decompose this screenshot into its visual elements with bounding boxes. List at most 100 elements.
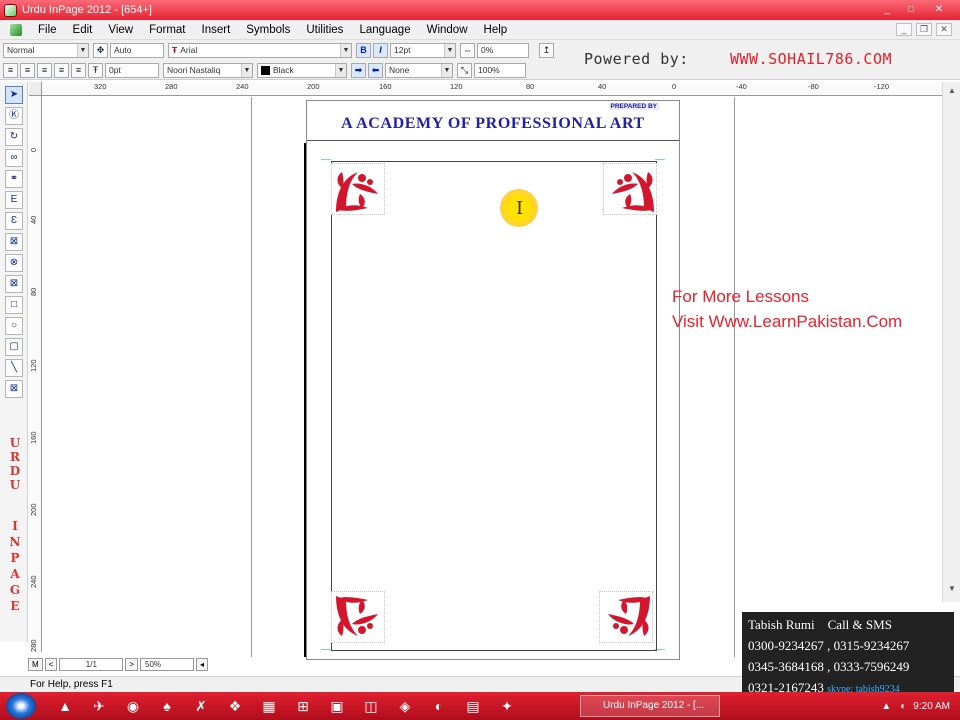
tracking-icon[interactable]: ⇔ [460,42,475,58]
document-workspace[interactable]: PREPARED BY A ACADEMY OF PROFESSIONAL AR… [42,97,942,660]
taskbar-app-icon[interactable]: ◈ [388,694,422,718]
menu-file[interactable]: File [30,20,65,40]
doc-close-button[interactable]: ✕ [936,23,952,36]
doc-minimize-button[interactable]: _ [896,23,912,36]
taskbar-active-window[interactable]: Urdu InPage 2012 - [... [580,695,720,717]
menu-symbols[interactable]: Symbols [238,20,298,40]
taskbar-app-icon[interactable]: ◫ [354,694,388,718]
menu-edit[interactable]: Edit [65,20,101,40]
taskbar-app-icon[interactable]: ▲ [48,694,82,718]
inpage-letter: P [10,551,20,565]
hscroll-left-icon[interactable]: ◂ [196,657,209,671]
taskbar-app-icon[interactable]: ▦ [252,694,286,718]
contact-overlay: Tabish Rumi Call & SMS 0300-9234267 , 03… [742,612,954,695]
bold-button[interactable]: B [356,42,371,58]
style-combo[interactable]: Normal ▼ [3,42,89,58]
justify-all-icon[interactable]: ≡ [71,62,86,78]
zoom-field[interactable]: 50% [140,657,195,671]
image-box-tool-icon[interactable]: ⊠ [5,233,23,251]
pointer-tool-icon[interactable]: ➤ [5,86,23,104]
leading-icon[interactable]: ✥ [93,42,108,58]
next-page-button[interactable]: > [125,657,139,671]
text-up-icon[interactable]: ↥ [539,42,554,58]
doc-restore-button[interactable]: ❐ [916,23,932,36]
oval-image-tool-icon[interactable]: ⊗ [5,254,23,272]
scroll-up-icon[interactable]: ▲ [945,84,959,98]
close-button[interactable]: ✕ [924,2,954,17]
corner-ornament-top-right[interactable] [603,163,657,215]
vertical-scrollbar[interactable]: ▲ ▼ [942,82,960,602]
menu-utilities[interactable]: Utilities [298,20,351,40]
menu-window[interactable]: Window [419,20,476,40]
align-center-icon[interactable]: ≡ [20,62,35,78]
underline-combo[interactable]: None ▼ [385,62,453,78]
corner-ornament-top-left[interactable] [331,163,385,215]
scroll-down-icon[interactable]: ▼ [945,582,959,596]
minimize-button[interactable]: _ [876,2,898,17]
scale-icon[interactable]: ⤡ [457,62,472,78]
urdu-font-combo[interactable]: Noori Nastaliq ▼ [163,62,253,78]
taskbar-app-icon[interactable]: ✗ [184,694,218,718]
page-header[interactable]: PREPARED BY A ACADEMY OF PROFESSIONAL AR… [307,101,679,141]
menu-help[interactable]: Help [476,20,516,40]
menu-insert[interactable]: Insert [194,20,239,40]
rounded-image-tool-icon[interactable]: ⊠ [5,275,23,293]
document-heading[interactable]: A ACADEMY OF PROFESSIONAL ART [307,115,679,133]
taskbar-app-icon[interactable]: ✈ [82,694,116,718]
taskbar-app-icon[interactable]: ▤ [456,694,490,718]
app-icon[interactable] [4,3,17,17]
column-tool-icon[interactable]: Ɛ [5,212,23,230]
rtl-direction-button[interactable]: ⬅ [368,62,383,78]
rotate-tool-icon[interactable]: ↻ [5,128,23,146]
link-tool-icon[interactable]: ∞ [5,149,23,167]
rectangle-tool-icon[interactable]: □ [5,296,23,314]
leading-combo[interactable]: Auto [110,42,164,58]
vertical-ruler[interactable]: 0 40 80 120 160 200 240 280 [29,96,42,652]
speaker-icon[interactable]: ◖ [899,701,905,712]
contact-phones-row-1: 0300-9234267 , 0315-9234267 [748,638,910,653]
border-frame[interactable] [331,161,657,651]
taskbar-app-icon[interactable]: ⊞ [286,694,320,718]
size-combo[interactable]: 12pt ▼ [390,42,456,58]
line-tool-icon[interactable]: ╲ [5,359,23,377]
taskbar-app-icon[interactable]: ▣ [320,694,354,718]
taskbar-app-icon[interactable]: ❖ [218,694,252,718]
taskbar-app-icon[interactable]: ◐ [422,694,456,718]
indent-combo[interactable]: 0pt [105,62,159,78]
text-box-tool-icon[interactable]: E [5,191,23,209]
scale-combo[interactable]: 100% [474,62,526,78]
browser-icon[interactable]: ◉ [116,694,150,718]
corner-ornament-bottom-left[interactable] [331,591,385,643]
color-combo[interactable]: Black ▼ [257,62,347,78]
menu-language[interactable]: Language [351,20,418,40]
maximize-button[interactable]: □ [900,2,922,17]
tracking-combo[interactable]: 0% [477,42,529,58]
ruler-corner[interactable] [29,82,42,96]
text-tool-icon[interactable]: Ⓚ [5,107,23,125]
unlink-tool-icon[interactable]: ⚭ [5,170,23,188]
menu-format[interactable]: Format [141,20,193,40]
prev-page-button[interactable]: < [44,657,58,671]
document-page[interactable]: PREPARED BY A ACADEMY OF PROFESSIONAL AR… [306,100,680,660]
tray-clock[interactable]: 9:20 AM [913,701,950,712]
ellipse-tool-icon[interactable]: ○ [5,317,23,335]
justify-icon[interactable]: ≡ [54,62,69,78]
italic-button[interactable]: I [373,42,388,58]
tray-arrow-icon[interactable]: ▲ [881,701,891,712]
text-indent-icon[interactable]: Ŧ [88,62,103,78]
pdf-icon[interactable]: ♠ [150,694,184,718]
start-button-icon[interactable] [6,693,36,719]
rounded-rect-tool-icon[interactable]: ▢ [5,338,23,356]
horizontal-ruler[interactable]: 320 280 240 200 160 120 80 40 0 -40 -80 … [42,82,942,96]
page-number-field[interactable]: 1/1 [59,657,124,671]
menu-view[interactable]: View [100,20,141,40]
corner-ornament-bottom-right[interactable] [599,591,653,643]
font-combo[interactable]: Ŧ Arial ▼ [168,42,352,58]
document-icon[interactable] [10,23,22,36]
align-left-icon[interactable]: ≡ [3,62,18,78]
master-page-button[interactable]: M [28,657,43,671]
align-right-icon[interactable]: ≡ [37,62,52,78]
table-tool-icon[interactable]: ⊠ [5,380,23,398]
taskbar-app-icon[interactable]: ✦ [490,694,524,718]
ltr-direction-button[interactable]: ➡ [351,62,366,78]
